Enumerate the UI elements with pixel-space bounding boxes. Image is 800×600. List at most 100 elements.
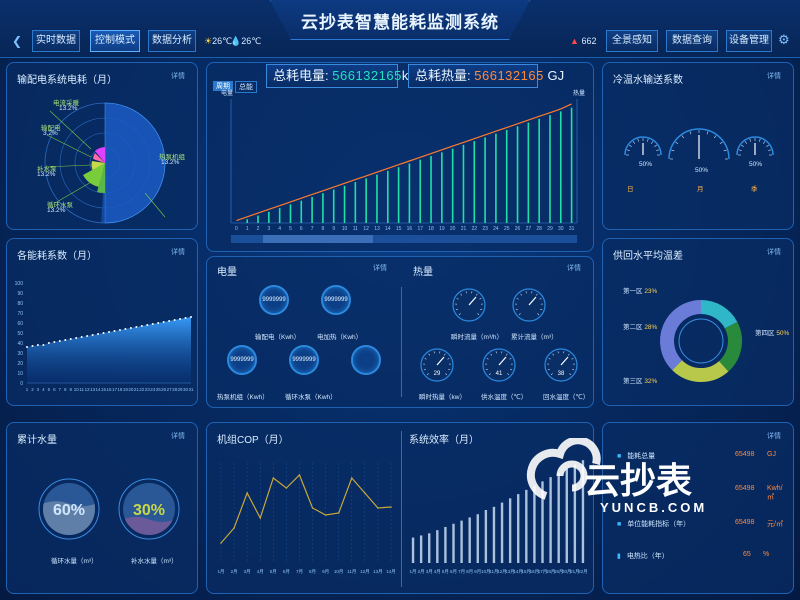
main-x-tick: 19 (439, 226, 445, 232)
main-x-tick: 23 (482, 226, 488, 232)
settings-gear-icon[interactable]: ⚙ (778, 32, 790, 48)
cold-water-gauge-tick (681, 135, 684, 139)
unit-index-icon: ■ (617, 521, 622, 528)
main-x-tick: 12 (363, 226, 369, 232)
cop-x-tick: 1月 (217, 569, 224, 575)
total-heat-label: 总耗热量: (415, 68, 471, 83)
efficiency-bar (411, 537, 415, 563)
energy-point (108, 331, 110, 333)
main-bar (473, 141, 476, 223)
cold-water-gauge-tick (671, 149, 675, 152)
efficiency-bar (468, 517, 471, 563)
main-bar (300, 200, 303, 223)
main-chart-panel: 周期 总能 电量 热量 0 1 2 3 4 5 6 7 8 9 10 11 12 13 14 15 16 17 18 19… (206, 62, 594, 252)
water-ball-value: 30% (133, 502, 165, 519)
main-x-tick: 18 (428, 226, 434, 232)
cop-point (272, 477, 275, 479)
water-ball-charts: 60% 30% (38, 478, 180, 540)
main-x-tick: 20 (450, 226, 456, 232)
energy-y-tick: 50 (17, 331, 23, 337)
cold-water-panel: 冷温水输送系数 详情 50% 日 50% 月 50% 季 (602, 62, 794, 230)
water-ball-value: 60% (53, 502, 85, 519)
nav-panorama-button[interactable]: 全景感知 (606, 30, 658, 52)
cop-point (259, 517, 262, 519)
nav-realtime-button[interactable]: 实时数据 (32, 30, 80, 52)
efficiency-bar (500, 502, 504, 563)
main-ylabel-left: 电量 (221, 89, 233, 97)
energy-point (140, 325, 143, 327)
main-scrollbar-thumb[interactable] (263, 235, 373, 243)
distribution-item-value: 13.2% (47, 207, 66, 214)
energy-x-tick: 8 (64, 387, 67, 392)
cold-water-gauge-tick (637, 138, 639, 142)
main-x-tick: 6 (300, 226, 303, 232)
main-bar (397, 167, 400, 223)
cold-water-gauge-tick (656, 149, 660, 151)
main-bar (322, 193, 324, 223)
summary-detail-link[interactable]: 详情 (767, 431, 781, 441)
efficiency-x-tick: 3月 (426, 569, 433, 575)
main-bar (332, 189, 335, 223)
energy-point (97, 333, 100, 335)
nav-device-button[interactable]: 设备管理 (726, 30, 772, 52)
alarm-indicator[interactable]: ▲ 662 (570, 36, 596, 46)
energy-point (184, 317, 187, 319)
energy-area (27, 317, 191, 383)
back-icon[interactable]: ❮ (12, 34, 22, 48)
energy-point (179, 318, 182, 320)
cop-point (246, 492, 248, 494)
energy-y-tick: 30 (17, 351, 23, 357)
main-x-tick: 14 (385, 226, 391, 232)
zone-label: 第一区 23% (623, 288, 658, 295)
nav-analysis-button[interactable]: 数据分析 (148, 30, 196, 52)
main-bar (505, 130, 508, 223)
main-x-tick: 2 (257, 226, 260, 232)
cop-point (298, 474, 301, 476)
cop-point (364, 492, 366, 494)
energy-point (58, 340, 61, 342)
cop-point (220, 542, 222, 544)
distribution-rose-chart (44, 102, 166, 224)
cold-water-gauge-tick (738, 149, 742, 151)
main-x-tick: 0 (235, 226, 238, 232)
cop-point (285, 487, 288, 489)
watermark-brand: 云抄表 (584, 460, 693, 501)
heat-gauge-label: 回水温度（℃） (543, 394, 590, 401)
cop-point (377, 507, 379, 509)
main-bar (441, 152, 443, 223)
cold-water-gauge-tick (647, 138, 649, 142)
donut-slice (660, 300, 702, 371)
total-heat-box: 总耗热量: 566132165 GJ (408, 64, 564, 88)
cop-x-tick: 6月 (283, 569, 290, 575)
main-bar-line-chart: 电量 热量0 1 2 3 4 5 6 7 8 9 10 11 12 13 14 15 16 17 18 19 20 21 22… (221, 89, 585, 243)
energy-point (75, 337, 78, 339)
energy-point (80, 336, 83, 338)
energy-point (42, 344, 45, 346)
main-x-tick: 7 (311, 226, 314, 232)
main-x-tick: 30 (558, 226, 564, 232)
heat-gauge-label: 累计流量（m³） (511, 334, 558, 341)
cop-x-tick: 8月 (309, 569, 316, 575)
outdoor-temp: 💧26℃ (230, 36, 262, 46)
efficiency-bar (444, 526, 447, 563)
efficiency-x-tick: 2月 (418, 569, 425, 575)
nav-control-mode-button[interactable]: 控制模式 (90, 30, 140, 52)
cold-water-gauge-tick (762, 141, 766, 144)
efficiency-bar (419, 535, 423, 563)
main-bar (289, 204, 292, 223)
efficiency-bar (452, 523, 455, 563)
main-x-tick: 17 (417, 226, 423, 232)
donut-slice (672, 359, 729, 382)
energy-x-tick: 6 (53, 387, 56, 392)
efficiency-bar (476, 514, 479, 563)
main-x-tick: 1 (246, 226, 249, 232)
cold-water-gauge-tick (654, 144, 657, 148)
cop-point (350, 477, 353, 479)
nav-query-button[interactable]: 数据查询 (666, 30, 718, 52)
energy-x-tick: 3 (37, 387, 40, 392)
main-x-tick: 9 (332, 226, 335, 232)
droplet-icon: 💧 (230, 36, 242, 46)
energy-y-tick: 20 (17, 361, 23, 367)
cop-line-chart: 1月 2月 3月 4月 5月 6月 7月 8月 9月 10月 11月 12月 13月 14月 (217, 463, 396, 575)
main-trend-line (236, 103, 572, 222)
